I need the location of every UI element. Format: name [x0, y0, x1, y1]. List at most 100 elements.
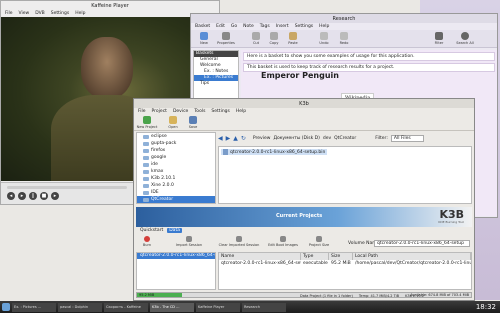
status-project: Data Project (1 file in 1 folder)	[300, 293, 353, 298]
tab-quickstart[interactable]: Quickstart	[138, 228, 165, 233]
folder-item[interactable]: ide	[137, 161, 215, 168]
menu-dvb[interactable]: DVB	[35, 11, 45, 16]
copy-button[interactable]: Copy	[267, 32, 281, 45]
path-crumb-disk[interactable]: Документы (Disk D)	[273, 136, 319, 141]
col-type[interactable]: Type	[301, 253, 329, 260]
file-item[interactable]: qtcreator-2.0.0-rc1-linux-x86_64-setup.b…	[221, 149, 328, 155]
folder-item[interactable]: google	[137, 154, 215, 161]
kde-menu-icon[interactable]	[2, 303, 10, 311]
folder-item-selected[interactable]: QtCreator	[137, 196, 215, 203]
folder-item[interactable]: firefox	[137, 147, 215, 154]
burn-button[interactable]: Burn	[140, 236, 154, 247]
play-icon[interactable]: ▸	[18, 192, 26, 200]
project-file-table: Name Type Size Local Path qtcreator-2.0.…	[218, 252, 472, 290]
clear-session-button[interactable]: Clear Imported Session	[218, 236, 260, 247]
forward-icon[interactable]: ▸	[51, 192, 59, 200]
properties-button[interactable]: Properties	[215, 32, 237, 45]
up-icon[interactable]: ▲	[233, 135, 238, 142]
note-example[interactable]: Here is a basket to show you some exampl…	[243, 52, 495, 61]
table-row[interactable]: qtcreator-2.0.0-rc1-linux-x86_64-setup.b…	[219, 260, 471, 267]
menu-edit[interactable]: Edit	[216, 24, 225, 29]
volume-name-field[interactable]: qtcreator-2.0.0-rc1-linux-x86_64-setup	[374, 240, 470, 247]
stop-icon[interactable]: ■	[40, 192, 48, 200]
menu-tags[interactable]: Tags	[260, 24, 270, 29]
import-session-button[interactable]: Import Session	[174, 236, 204, 247]
search-all-button[interactable]: Search All	[453, 32, 477, 45]
new-project-button[interactable]: New Project	[136, 116, 158, 129]
menu-settings[interactable]: Settings	[51, 11, 69, 16]
cell-type: executable	[303, 261, 328, 266]
taskbar-item[interactable]: pascal : Dolphin	[58, 302, 102, 312]
tab-data[interactable]: Data	[167, 228, 182, 233]
path-crumb-preview[interactable]: Preview	[253, 136, 271, 141]
project-header-title: Current Projects	[276, 213, 323, 219]
project-toolbar: Burn Import Session Clear Imported Sessi…	[136, 236, 472, 250]
taskbar-item[interactable]: Ex. : Pictures ...	[12, 302, 56, 312]
project-size-button[interactable]: Project Size	[304, 236, 334, 247]
folder-icon	[143, 183, 149, 188]
k3b-logo-sub: KDE Burning Tool	[438, 220, 464, 224]
new-basket-button[interactable]: New	[195, 32, 213, 45]
cut-button[interactable]: Cut	[249, 32, 263, 45]
project-header: Current Projects K3B KDE Burning Tool	[136, 207, 472, 227]
folder-tree: eclipse gupta-pack firefox google ide km…	[136, 132, 216, 204]
menu-help[interactable]: Help	[236, 109, 246, 114]
k3b-statusbar: Data Project (1 file in 1 folder) Temp: …	[300, 292, 475, 299]
folder-item[interactable]: kmax	[137, 168, 215, 175]
paste-button[interactable]: Paste	[285, 32, 301, 45]
capacity-used-label: 95.2 MiB	[139, 293, 155, 297]
undo-button[interactable]: Undo	[317, 32, 331, 45]
taskbar-item[interactable]: Research	[242, 302, 286, 312]
properties-icon	[222, 32, 230, 40]
folder-item[interactable]: K3b 2.10.1	[137, 175, 215, 182]
folder-item[interactable]: eclipse	[137, 133, 215, 140]
reload-icon[interactable]: ↻	[241, 135, 246, 142]
seek-slider[interactable]	[7, 186, 127, 189]
col-name[interactable]: Name	[219, 253, 301, 260]
paste-icon	[289, 32, 297, 40]
folder-item[interactable]: Xine 2.0.0	[137, 182, 215, 189]
menu-insert[interactable]: Insert	[276, 24, 289, 29]
menu-device[interactable]: Device	[173, 109, 188, 114]
project-tabs: Quickstart Data	[138, 228, 182, 233]
menu-basket[interactable]: Basket	[195, 24, 210, 29]
taskbar: Ex. : Pictures ... pascal : Dolphin Скор…	[0, 301, 500, 313]
menu-file[interactable]: File	[138, 109, 146, 114]
menu-note[interactable]: Note	[243, 24, 254, 29]
filter-select[interactable]: All Files	[390, 134, 424, 142]
edit-boot-images-button[interactable]: Edit Boot Images	[266, 236, 300, 247]
forward-icon[interactable]: ▶	[226, 135, 231, 142]
menu-settings[interactable]: Settings	[295, 24, 313, 29]
path-crumb-dev[interactable]: dev	[323, 136, 331, 141]
taskbar-item-active[interactable]: K3b - The CD ...	[150, 302, 194, 312]
back-icon[interactable]: ◀	[218, 135, 223, 142]
rewind-icon[interactable]: ◂	[7, 192, 15, 200]
taskbar-item[interactable]: Скорость - Kaffeine	[104, 302, 148, 312]
penguin-heading[interactable]: Emperor Penguin	[261, 71, 339, 80]
basket-tips[interactable]: Tips	[194, 81, 238, 87]
menu-view[interactable]: View	[19, 11, 30, 16]
save-button[interactable]: Save	[186, 116, 200, 129]
location-bar: ◀ ▶ ▲ ↻ Preview Документы (Disk D) dev Q…	[218, 132, 472, 144]
menu-project[interactable]: Project	[152, 109, 167, 114]
taskbar-item[interactable]: Kaffeine Player	[196, 302, 240, 312]
filter-button[interactable]: Filter	[431, 32, 447, 45]
col-local-path[interactable]: Local Path	[353, 253, 471, 260]
folder-item[interactable]: gupta-pack	[137, 140, 215, 147]
folder-icon	[143, 190, 149, 195]
folder-item[interactable]: IDE	[137, 189, 215, 196]
research-menubar: Basket Edit Go Note Tags Insert Settings…	[191, 22, 497, 30]
project-root-item[interactable]: qtcreator-2.0.0-rc1-linux-x86_64-set	[137, 253, 215, 259]
menu-settings[interactable]: Settings	[211, 109, 229, 114]
menu-go[interactable]: Go	[231, 24, 237, 29]
menu-help[interactable]: Help	[75, 11, 85, 16]
col-size[interactable]: Size	[329, 253, 353, 260]
redo-button[interactable]: Redo	[337, 32, 351, 45]
menu-help[interactable]: Help	[319, 24, 329, 29]
menu-tools[interactable]: Tools	[194, 109, 205, 114]
taskbar-clock[interactable]: 18:32	[476, 303, 500, 311]
menu-file[interactable]: File	[5, 11, 13, 16]
open-button[interactable]: Open	[166, 116, 180, 129]
path-crumb-qtcreator[interactable]: QtCreator	[334, 136, 356, 141]
pause-icon[interactable]: ∥	[29, 192, 37, 200]
